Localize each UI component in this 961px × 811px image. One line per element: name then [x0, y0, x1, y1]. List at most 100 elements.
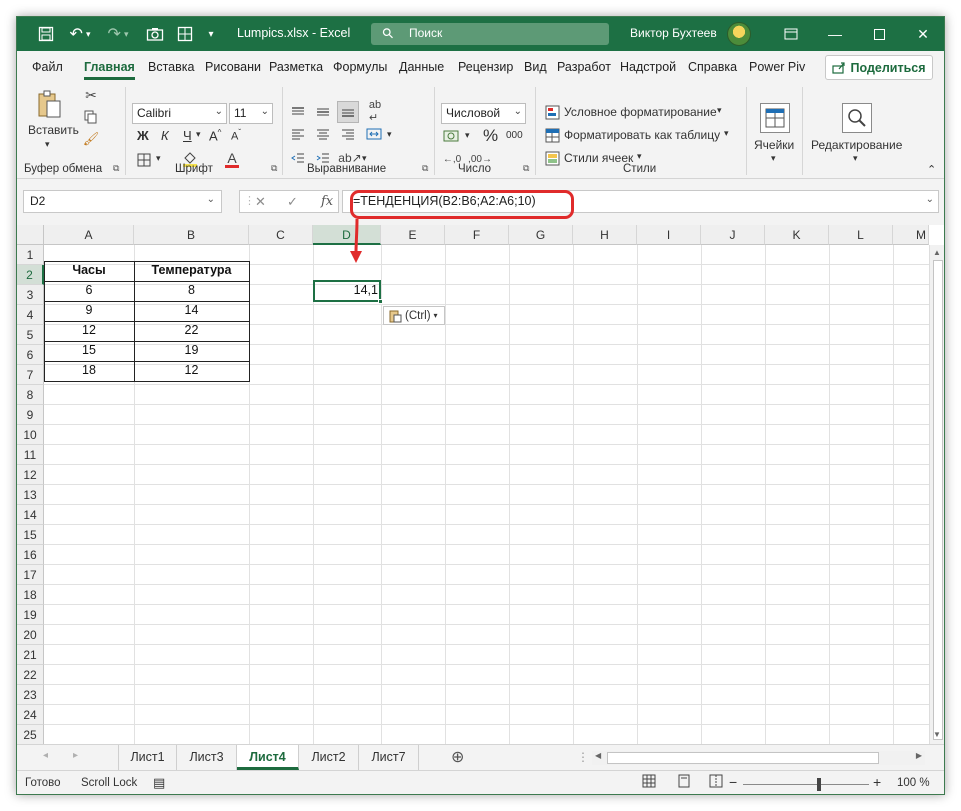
align-center-icon[interactable]	[314, 125, 332, 143]
normal-view-icon[interactable]	[642, 774, 656, 791]
cut-icon[interactable]: ✂	[83, 87, 99, 103]
row-header-23[interactable]: 23	[17, 685, 44, 705]
align-bottom-icon[interactable]	[337, 101, 359, 123]
row-header-12[interactable]: 12	[17, 465, 44, 485]
align-middle-icon[interactable]	[314, 103, 332, 121]
conditional-dropdown-icon[interactable]: ▾	[717, 105, 722, 116]
row-header-16[interactable]: 16	[17, 545, 44, 565]
font-launcher-icon[interactable]: ⧉	[271, 163, 277, 174]
row-header-2[interactable]: 2	[17, 265, 44, 285]
cell-styles-dropdown-icon[interactable]: ▾	[637, 151, 642, 162]
row-header-15[interactable]: 15	[17, 525, 44, 545]
tab-data[interactable]: Данные	[399, 51, 444, 83]
camera-icon[interactable]	[141, 17, 169, 51]
font-name-select[interactable]: Calibri ⌄	[132, 103, 227, 124]
bold-button[interactable]: Ж	[137, 128, 149, 143]
conditional-formatting-label[interactable]: Условное форматирование	[564, 105, 717, 119]
fill-handle[interactable]	[378, 299, 383, 304]
column-header-e[interactable]: E	[381, 225, 445, 245]
horizontal-scroll-thumb[interactable]	[607, 752, 879, 764]
zoom-slider-thumb[interactable]	[817, 778, 821, 791]
row-header-7[interactable]: 7	[17, 365, 44, 385]
row-header-3[interactable]: 3	[17, 285, 44, 305]
customize-quick-access-icon[interactable]: ▾	[201, 17, 221, 51]
search-box[interactable]: ⚲ Поиск	[371, 23, 609, 45]
number-launcher-icon[interactable]: ⧉	[523, 163, 529, 174]
underline-button[interactable]: Ч	[183, 128, 192, 143]
cells-dropdown-icon[interactable]: ▾	[771, 153, 776, 164]
sheet-tab-7[interactable]: Лист7	[359, 745, 419, 770]
column-header-m[interactable]: M	[893, 225, 929, 245]
editing-label[interactable]: Редактирование	[811, 138, 902, 152]
ribbon-display-icon[interactable]	[769, 17, 813, 51]
format-as-table-label[interactable]: Форматировать как таблицу	[564, 128, 720, 142]
save-icon[interactable]	[31, 17, 61, 51]
clipboard-launcher-icon[interactable]: ⧉	[113, 163, 119, 174]
tab-page-layout[interactable]: Разметка	[269, 51, 323, 83]
font-size-select[interactable]: 11 ⌄	[229, 103, 273, 124]
vertical-scroll-thumb[interactable]	[933, 260, 943, 740]
paste-icon[interactable]	[35, 89, 63, 121]
tab-split-handle-icon[interactable]: ⋮	[577, 750, 589, 764]
row-header-9[interactable]: 9	[17, 405, 44, 425]
paste-dropdown-icon[interactable]: ▾	[45, 139, 50, 150]
scroll-down-icon[interactable]: ▼	[933, 730, 941, 739]
sheet-tab-3[interactable]: Лист3	[177, 745, 237, 770]
insert-function-icon[interactable]: fx	[321, 194, 333, 209]
column-header-g[interactable]: G	[509, 225, 573, 245]
sheet-tab-2[interactable]: Лист2	[299, 745, 359, 770]
close-icon[interactable]: ✕	[901, 17, 944, 51]
editing-dropdown-icon[interactable]: ▾	[853, 153, 858, 164]
page-break-view-icon[interactable]	[709, 774, 723, 791]
zoom-slider-track[interactable]	[743, 784, 869, 785]
collapse-ribbon-icon[interactable]: ⌃	[927, 163, 936, 176]
tab-developer[interactable]: Разработ	[557, 51, 611, 83]
percent-style-button[interactable]: %	[483, 126, 498, 146]
row-header-22[interactable]: 22	[17, 665, 44, 685]
column-header-k[interactable]: K	[765, 225, 829, 245]
column-header-f[interactable]: F	[445, 225, 509, 245]
alignment-launcher-icon[interactable]: ⧉	[422, 163, 428, 174]
row-header-17[interactable]: 17	[17, 565, 44, 585]
enter-formula-icon[interactable]: ✓	[287, 194, 298, 210]
align-top-icon[interactable]	[289, 103, 307, 121]
expand-formula-bar-icon[interactable]: ⌄	[926, 194, 934, 205]
row-header-14[interactable]: 14	[17, 505, 44, 525]
font-color-icon[interactable]: A	[223, 149, 241, 169]
copy-icon[interactable]	[83, 109, 99, 125]
align-right-icon[interactable]	[339, 125, 357, 143]
row-header-10[interactable]: 10	[17, 425, 44, 445]
name-box[interactable]: D2 ⌄	[23, 190, 222, 213]
format-table-dropdown-icon[interactable]: ▾	[724, 128, 729, 139]
decrease-indent-icon[interactable]	[289, 149, 307, 167]
tab-home[interactable]: Главная	[84, 51, 135, 83]
row-header-11[interactable]: 11	[17, 445, 44, 465]
column-header-i[interactable]: I	[637, 225, 701, 245]
cancel-formula-icon[interactable]: ✕	[255, 194, 266, 210]
horizontal-scrollbar[interactable]: ◀ ▶	[592, 751, 925, 765]
tab-file[interactable]: Файл	[32, 51, 63, 83]
minimize-icon[interactable]: —	[813, 17, 857, 51]
merge-dropdown-icon[interactable]: ▾	[387, 129, 392, 140]
add-sheet-icon[interactable]: ⊕	[451, 747, 464, 767]
accounting-dropdown-icon[interactable]: ▾	[465, 130, 470, 141]
sheet-tab-1[interactable]: Лист1	[118, 745, 177, 770]
next-sheet-icon[interactable]: ▸	[73, 750, 78, 761]
cells-icon[interactable]	[760, 103, 790, 133]
tab-review[interactable]: Рецензир	[458, 51, 513, 83]
row-header-18[interactable]: 18	[17, 585, 44, 605]
scroll-right-icon[interactable]: ▶	[916, 751, 922, 760]
paste-label[interactable]: Вставить	[28, 123, 79, 137]
conditional-formatting-icon[interactable]	[544, 104, 560, 120]
maximize-icon[interactable]	[857, 17, 901, 51]
borders-icon[interactable]	[135, 151, 153, 169]
column-header-h[interactable]: H	[573, 225, 637, 245]
find-icon[interactable]	[842, 103, 872, 133]
cells-label[interactable]: Ячейки	[754, 138, 794, 152]
scroll-left-icon[interactable]: ◀	[595, 751, 601, 760]
underline-dropdown-icon[interactable]: ▾	[196, 129, 201, 140]
scroll-up-icon[interactable]: ▲	[933, 248, 941, 257]
column-header-b[interactable]: B	[134, 225, 249, 245]
row-header-24[interactable]: 24	[17, 705, 44, 725]
row-header-5[interactable]: 5	[17, 325, 44, 345]
